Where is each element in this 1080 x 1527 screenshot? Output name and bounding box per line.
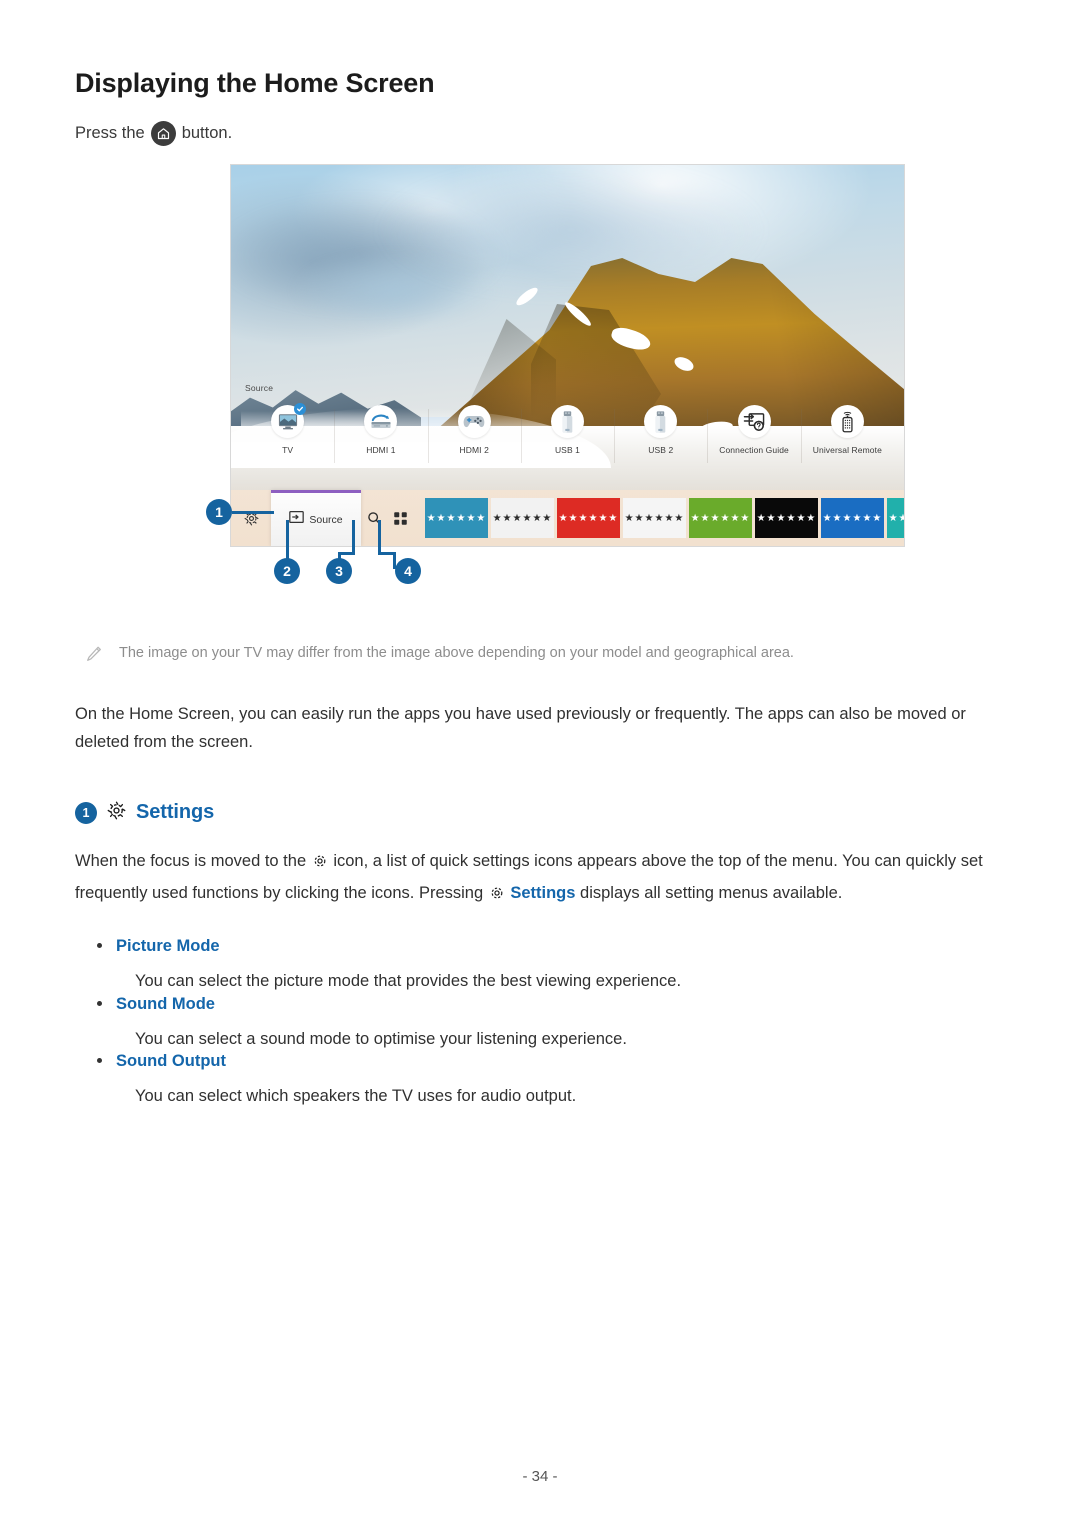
note-text: The image on your TV may differ from the… — [119, 645, 794, 661]
settings-link[interactable]: Settings — [510, 884, 575, 902]
home-icon — [150, 121, 176, 146]
press-suffix-text: button. — [181, 124, 233, 143]
app-tile[interactable]: ★★★★★★ — [887, 498, 904, 538]
callout-badge-1: 1 — [206, 499, 232, 525]
connection-guide-icon — [737, 405, 771, 438]
usb-drive-icon — [550, 405, 584, 438]
callout-leader-line — [286, 520, 289, 560]
settings-item-description: You can select the picture mode that pro… — [135, 972, 682, 991]
tv-home-screen-image: Source TV HDMI 1 HDMI 2 USB 1 USB 2 Conn… — [230, 164, 905, 547]
apps-grid-icon[interactable] — [387, 511, 413, 526]
section-title: Settings — [136, 801, 215, 824]
settings-item-title[interactable]: Sound Output — [116, 1052, 226, 1071]
section-number-badge: 1 — [75, 801, 97, 824]
gear-icon — [312, 855, 333, 873]
bullet-row: Picture Mode — [97, 937, 1005, 956]
gear-icon — [107, 801, 126, 825]
settings-section-heading: 1 Settings — [75, 801, 1005, 825]
intro-paragraph: On the Home Screen, you can easily run t… — [75, 705, 966, 752]
settings-item-list: Picture Mode You can select the picture … — [75, 937, 1005, 1109]
source-tile-button[interactable]: Source — [271, 490, 361, 546]
settings-item: Sound Mode You can select a sound mode t… — [97, 995, 1005, 1052]
app-tile[interactable]: ★★★★★★ — [425, 498, 488, 538]
source-item-label: HDMI 2 — [459, 445, 489, 455]
source-item-connection-guide[interactable]: Connection Guide — [707, 405, 800, 464]
home-bottom-bar: Source ★★★★★★ ★★★★★★ ★★★★★★ ★★★★★★ ★★★★★… — [231, 490, 904, 546]
settings-item-description: You can select a sound mode to optimise … — [135, 1029, 627, 1048]
source-item-label: HDMI 1 — [366, 445, 396, 455]
bullet-dot-icon — [97, 1000, 102, 1006]
app-tile[interactable]: ★★★★★★ — [623, 498, 686, 538]
bullet-row: Sound Output — [97, 1052, 1005, 1071]
bluray-player-icon — [364, 405, 398, 438]
app-tile[interactable]: ★★★★★★ — [821, 498, 884, 538]
callout-badge-2: 2 — [274, 558, 300, 584]
callout-leader-line — [352, 520, 355, 552]
source-section-label: Source — [245, 383, 274, 393]
source-item-hdmi1[interactable]: HDMI 1 — [334, 405, 427, 464]
source-item-usb1[interactable]: USB 1 — [520, 405, 614, 464]
app-tiles-strip[interactable]: ★★★★★★ ★★★★★★ ★★★★★★ ★★★★★★ ★★★★★★ ★★★★★… — [425, 498, 904, 538]
source-list: TV HDMI 1 HDMI 2 USB 1 USB 2 Connection … — [241, 403, 894, 464]
manual-page: Displaying the Home Screen Press the but… — [0, 0, 1080, 1527]
settings-item-description: You can select which speakers the TV use… — [135, 1087, 577, 1106]
settings-item-title[interactable]: Sound Mode — [116, 995, 215, 1014]
app-tile[interactable]: ★★★★★★ — [491, 498, 554, 538]
search-icon[interactable] — [361, 511, 387, 526]
press-prefix-text: Press the — [75, 124, 145, 143]
note-block: The image on your TV may differ from the… — [75, 643, 1005, 668]
app-tile[interactable]: ★★★★★★ — [557, 498, 620, 538]
settings-item: Sound Output You can select which speake… — [97, 1052, 1005, 1109]
gear-icon — [489, 887, 510, 905]
app-tile[interactable]: ★★★★★★ — [755, 498, 818, 538]
settings-desc-part1: When the focus is moved to the — [75, 851, 307, 870]
page-number: - 34 - — [522, 1468, 558, 1485]
source-item-label: USB 2 — [648, 445, 674, 455]
page-title: Displaying the Home Screen — [75, 68, 435, 98]
app-tile[interactable]: ★★★★★★ — [689, 498, 752, 538]
cloud-shape — [381, 165, 761, 295]
home-screen-figure: Source TV HDMI 1 HDMI 2 USB 1 USB 2 Conn… — [206, 164, 905, 584]
source-input-icon — [289, 510, 305, 529]
callout-leader-line — [232, 511, 274, 514]
source-tile-label: Source — [309, 513, 343, 526]
callout-badge-4: 4 — [395, 558, 421, 584]
source-item-label: Connection Guide — [719, 445, 789, 455]
source-item-usb2[interactable]: USB 2 — [614, 405, 707, 464]
source-item-label: USB 1 — [554, 445, 581, 455]
settings-description: When the focus is moved to the icon, a l… — [75, 847, 1005, 912]
usb-drive-icon — [644, 405, 678, 438]
game-controller-icon — [457, 405, 491, 438]
source-item-tv[interactable]: TV — [241, 403, 334, 455]
source-item-label: TV — [282, 445, 294, 455]
source-item-hdmi2[interactable]: HDMI 2 — [427, 405, 521, 464]
press-home-button-instruction: Press the button. — [75, 121, 1005, 146]
bullet-dot-icon — [97, 1058, 102, 1064]
bullet-row: Sound Mode — [97, 995, 1005, 1014]
source-item-universal-remote[interactable]: Universal Remote — [800, 405, 894, 464]
tv-icon — [271, 403, 307, 438]
pencil-icon — [85, 643, 103, 668]
universal-remote-icon — [830, 405, 864, 438]
source-item-label: Universal Remote — [812, 445, 882, 455]
settings-item: Picture Mode You can select the picture … — [97, 937, 1005, 994]
settings-desc-part3: displays all setting menus available. — [580, 884, 843, 903]
callout-badge-3: 3 — [326, 558, 352, 584]
settings-item-title[interactable]: Picture Mode — [116, 937, 220, 956]
bullet-dot-icon — [97, 943, 102, 949]
callout-leader-line — [378, 520, 381, 552]
check-badge — [294, 403, 307, 415]
